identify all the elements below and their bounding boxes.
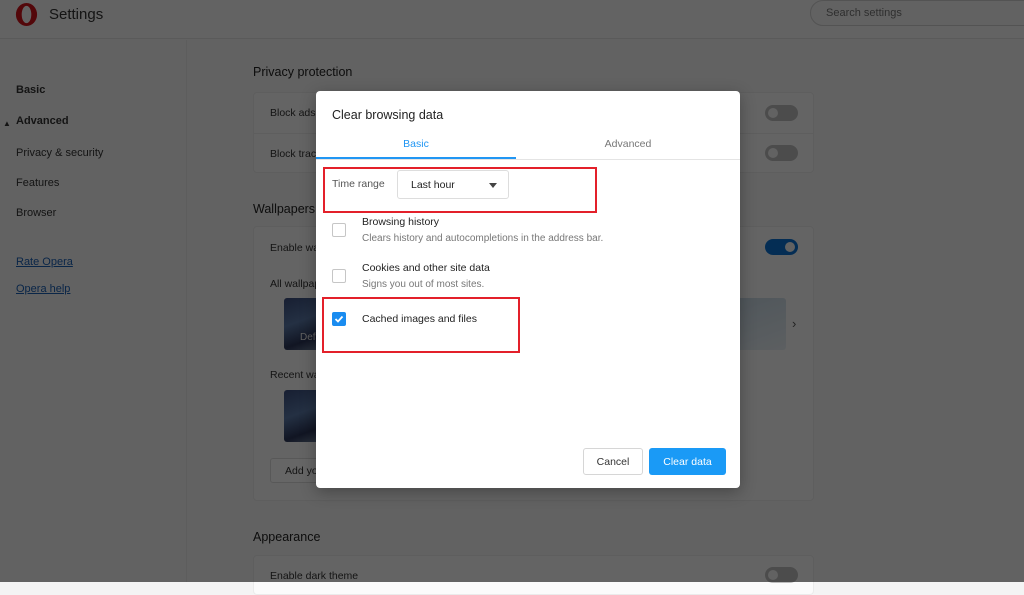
cookies-title: Cookies and other site data: [362, 262, 490, 274]
browsing-history-subtitle: Clears history and autocompletions in th…: [362, 233, 604, 244]
highlight-time-range: [323, 167, 597, 213]
cookies-checkbox[interactable]: [332, 269, 346, 283]
tab-advanced[interactable]: Advanced: [528, 138, 728, 150]
tab-basic[interactable]: Basic: [316, 138, 516, 150]
active-tab-indicator: [316, 157, 516, 159]
dialog-title: Clear browsing data: [332, 108, 444, 122]
browsing-history-checkbox[interactable]: [332, 223, 346, 237]
clear-browsing-data-dialog: Clear browsing data Basic Advanced Time …: [316, 91, 740, 488]
clear-data-button[interactable]: Clear data: [649, 448, 726, 475]
browsing-history-title: Browsing history: [362, 216, 440, 228]
tab-separator: [316, 159, 740, 160]
cookies-subtitle: Signs you out of most sites.: [362, 279, 485, 290]
highlight-cached-images: [322, 297, 520, 353]
cancel-button[interactable]: Cancel: [583, 448, 643, 475]
